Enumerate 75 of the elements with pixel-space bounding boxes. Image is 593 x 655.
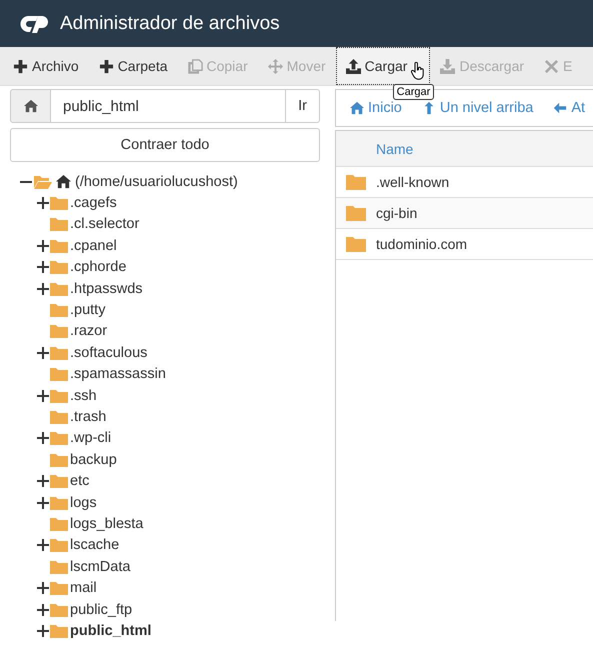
toolbar-button[interactable]: Archivo bbox=[0, 47, 89, 85]
open-folder-icon bbox=[34, 174, 52, 189]
table-cell: cgi-bin bbox=[376, 205, 418, 221]
folder-icon bbox=[346, 205, 366, 221]
copy-icon bbox=[188, 58, 202, 74]
home-button[interactable] bbox=[10, 89, 51, 123]
page-title: Administrador de archivos bbox=[60, 12, 280, 34]
tree-item[interactable]: lscmData bbox=[70, 558, 130, 575]
folder-icon bbox=[50, 303, 68, 318]
folder-icon bbox=[50, 282, 68, 296]
tree-item[interactable]: .cagefs bbox=[70, 195, 117, 212]
folder-icon bbox=[50, 324, 68, 338]
download-icon bbox=[440, 58, 456, 74]
collapse-all-button[interactable]: Contraer todo bbox=[10, 128, 320, 162]
home-icon bbox=[56, 174, 71, 190]
tree-item[interactable]: .putty bbox=[70, 302, 106, 318]
left-arrow-icon bbox=[553, 101, 568, 115]
folder-icon bbox=[50, 410, 68, 424]
up-arrow-icon bbox=[422, 101, 436, 115]
tree-item[interactable]: mail bbox=[70, 580, 97, 596]
tree-item[interactable]: .razor bbox=[70, 323, 108, 340]
folder-icon bbox=[50, 452, 68, 467]
tree-item[interactable]: backup bbox=[70, 452, 117, 468]
logo-icon bbox=[20, 14, 50, 34]
tree-item[interactable]: etc bbox=[70, 473, 90, 490]
folder-icon bbox=[50, 581, 68, 596]
table-cell: tudominio.com bbox=[376, 236, 468, 252]
folder-icon bbox=[50, 238, 68, 253]
tree-item[interactable]: public_html bbox=[70, 622, 152, 639]
tree-item[interactable]: logs_blesta bbox=[70, 516, 144, 532]
hand-cursor-icon bbox=[411, 62, 426, 80]
folder-icon bbox=[50, 431, 68, 446]
folder-icon bbox=[50, 538, 68, 552]
folder-icon bbox=[50, 474, 68, 488]
folder-icon bbox=[346, 174, 366, 190]
tree-item[interactable]: .cpanel bbox=[70, 238, 117, 254]
nav-link[interactable]: Un nivel arriba bbox=[422, 100, 534, 116]
folder-icon bbox=[50, 624, 68, 638]
toolbar-button[interactable]: Carpeta bbox=[88, 47, 178, 85]
nav-link[interactable]: At bbox=[553, 100, 586, 116]
tree-item[interactable]: .softaculous bbox=[70, 344, 148, 361]
folder-icon bbox=[50, 260, 68, 274]
folder-icon bbox=[50, 496, 68, 510]
folder-icon bbox=[50, 346, 68, 360]
tree-item[interactable]: .ssh bbox=[70, 388, 97, 404]
go-button[interactable]: Ir bbox=[285, 89, 320, 123]
nav-link[interactable]: Inicio bbox=[350, 100, 402, 116]
tree-item[interactable]: lscache bbox=[70, 537, 120, 554]
upload-icon bbox=[346, 58, 361, 74]
path-field[interactable]: public_html bbox=[51, 89, 285, 123]
tree-item[interactable]: .wp-cli bbox=[70, 430, 112, 446]
folder-icon bbox=[50, 388, 68, 403]
tree-item[interactable]: .cl.selector bbox=[70, 216, 140, 232]
tree-item[interactable]: .htpasswds bbox=[70, 280, 143, 297]
home-icon bbox=[24, 99, 38, 113]
move-icon bbox=[268, 58, 283, 74]
plus-icon bbox=[13, 58, 28, 74]
tree-item[interactable]: public_ftp bbox=[70, 602, 132, 618]
tree-item[interactable]: .cphorde bbox=[70, 259, 126, 276]
home-icon bbox=[350, 101, 364, 115]
folder-icon bbox=[50, 602, 68, 616]
folder-icon bbox=[50, 217, 68, 232]
table-cell: .well-known bbox=[376, 174, 450, 190]
tree-item[interactable]: (/home/usuariolucushost) bbox=[75, 174, 238, 190]
folder-icon bbox=[50, 516, 68, 531]
close-icon bbox=[544, 58, 560, 74]
tooltip: Cargar bbox=[392, 84, 434, 100]
tree-item[interactable]: .trash bbox=[70, 408, 106, 425]
tree-item[interactable]: .spamassassin bbox=[70, 366, 166, 382]
folder-icon bbox=[346, 236, 366, 252]
plus-icon bbox=[98, 58, 114, 74]
folder-icon bbox=[50, 367, 68, 382]
folder-icon bbox=[50, 196, 68, 210]
tree-item[interactable]: logs bbox=[70, 494, 97, 511]
folder-icon bbox=[50, 560, 68, 574]
